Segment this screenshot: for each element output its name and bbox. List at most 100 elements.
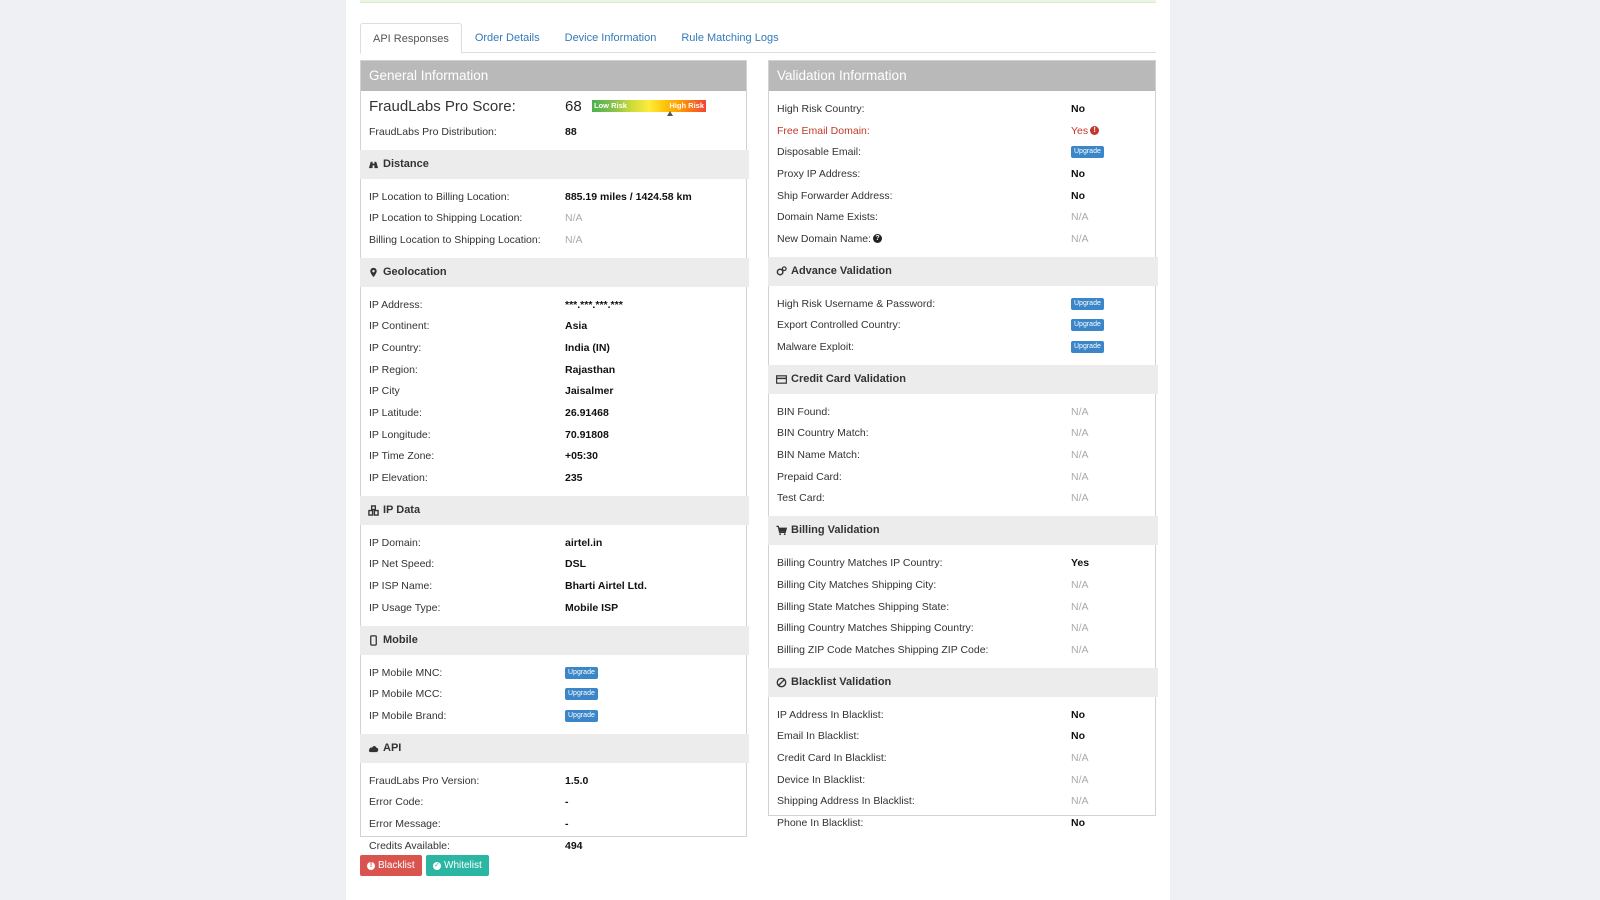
upgrade-badge[interactable]: Upgrade xyxy=(565,688,598,701)
section-title: Credit Card Validation xyxy=(791,372,906,385)
info-row: IP Time Zone: +05:30 xyxy=(361,446,746,468)
row-label: Prepaid Card: xyxy=(777,470,842,483)
row-label: IP Mobile Brand: xyxy=(369,709,447,722)
row-value: 1.5.0 xyxy=(565,774,589,787)
section-api: API xyxy=(360,733,749,763)
info-row: Credits Available: 494 xyxy=(361,835,746,857)
blacklist-button-label: Blacklist xyxy=(378,860,415,871)
row-value: ***.***.***.*** xyxy=(565,298,623,311)
row-value: No xyxy=(1071,817,1085,830)
info-row: Shipping Address In Blacklist: N/A xyxy=(769,791,1155,813)
section-advance-validation: Advance Validation xyxy=(768,256,1158,286)
upgrade-badge[interactable]: Upgrade xyxy=(1071,341,1104,354)
section-title: API xyxy=(383,741,402,754)
map-marker-icon xyxy=(370,267,377,277)
exclamation-icon: ! xyxy=(367,861,375,870)
info-row: BIN Country Match: N/A xyxy=(769,423,1155,445)
credit-card-icon xyxy=(776,375,787,384)
row-label: High Risk Username & Password: xyxy=(777,297,936,310)
check-icon: ✓ xyxy=(433,861,441,870)
info-row: FraudLabs Pro Version: 1.5.0 xyxy=(361,770,746,792)
section-title: Blacklist Validation xyxy=(791,675,892,688)
row-label: BIN Name Match: xyxy=(777,449,860,462)
row-value: +05:30 xyxy=(565,450,598,463)
row-label: Export Controlled Country: xyxy=(777,319,901,332)
row-label: Credits Available: xyxy=(369,839,450,852)
risk-meter: Low Risk High Risk xyxy=(592,100,706,116)
upgrade-badge[interactable]: Upgrade xyxy=(565,666,598,679)
info-row: BIN Found: N/A xyxy=(769,401,1155,423)
info-row: IP Usage Type: Mobile ISP xyxy=(361,597,746,619)
upgrade-badge[interactable]: Upgrade xyxy=(1071,297,1104,310)
section-credit-card-validation: Credit Card Validation xyxy=(768,364,1158,394)
tab-bar: API Responses Order Details Device Infor… xyxy=(360,23,1156,54)
row-label: IP ISP Name: xyxy=(369,580,433,593)
upgrade-badge[interactable]: Upgrade xyxy=(1071,319,1104,332)
row-label: IP Net Speed: xyxy=(369,558,435,571)
row-value: No xyxy=(1071,102,1085,115)
binoculars-icon xyxy=(368,161,379,168)
info-row: Billing State Matches Shipping State: N/A xyxy=(769,596,1155,618)
row-label: New Domain Name: xyxy=(777,232,871,245)
upgrade-badge[interactable]: Upgrade xyxy=(565,709,598,722)
info-row: Proxy IP Address: No xyxy=(769,163,1155,185)
row-label: BIN Country Match: xyxy=(777,427,869,440)
info-row: IP Location to Shipping Location: N/A xyxy=(361,207,746,229)
score-value: 68 xyxy=(565,97,582,115)
tab-rule-matching-logs[interactable]: Rule Matching Logs xyxy=(669,23,790,53)
tab-device-information[interactable]: Device Information xyxy=(553,23,669,53)
cubes-icon xyxy=(368,505,379,516)
info-row: IP Location to Billing Location: 885.19 m… xyxy=(361,186,746,208)
row-label: Billing Location to Shipping Location: xyxy=(369,233,541,246)
main-container: API Responses Order Details Device Infor… xyxy=(346,0,1170,900)
section-title: Advance Validation xyxy=(791,264,892,277)
row-value: No xyxy=(1071,189,1085,202)
section-title: Mobile xyxy=(383,633,418,646)
row-value: N/A xyxy=(1071,470,1089,483)
row-label: IP Mobile MCC: xyxy=(369,688,443,701)
shopping-cart-icon xyxy=(776,526,787,536)
row-label: Email In Blacklist: xyxy=(777,730,860,743)
info-row: High Risk Username & Password: Upgrade xyxy=(769,293,1155,315)
info-row: High Risk Country: No xyxy=(769,98,1155,120)
row-value: - xyxy=(565,817,569,830)
info-row: Billing Country Matches IP Country: Yes xyxy=(769,552,1155,574)
row-label: Malware Exploit: xyxy=(777,341,855,354)
blacklist-button[interactable]: ! Blacklist xyxy=(360,855,422,876)
info-row: IP Net Speed: DSL xyxy=(361,554,746,576)
row-label: Test Card: xyxy=(777,492,825,505)
tab-api-responses[interactable]: API Responses xyxy=(360,23,462,54)
row-label: IP Address In Blacklist: xyxy=(777,708,884,721)
row-label: IP Address: xyxy=(369,298,423,311)
cloud-icon xyxy=(368,745,379,752)
row-value: Jaisalmer xyxy=(565,385,614,398)
row-label: IP Country: xyxy=(369,341,422,354)
upgrade-badge[interactable]: Upgrade xyxy=(1071,146,1104,159)
row-label: Ship Forwarder Address: xyxy=(777,189,893,202)
info-row: Free Email Domain: Yes! xyxy=(769,120,1155,142)
row-label: Free Email Domain: xyxy=(777,124,870,137)
section-title: IP Data xyxy=(383,503,421,516)
row-value: No xyxy=(1071,708,1085,721)
row-label: Error Code: xyxy=(369,796,424,809)
row-value: Bharti Airtel Ltd. xyxy=(565,580,647,593)
row-label: IP Mobile MNC: xyxy=(369,666,443,679)
info-row: IP Longitude: 70.91808 xyxy=(361,424,746,446)
info-row: IP Address: ***.***.***.*** xyxy=(361,294,746,316)
tab-order-details[interactable]: Order Details xyxy=(463,23,552,53)
exclamation-circle-icon: ! xyxy=(1090,126,1100,136)
row-value: Rajasthan xyxy=(565,363,616,376)
question-circle-icon[interactable]: ? xyxy=(872,234,882,244)
row-label: IP Time Zone: xyxy=(369,450,435,463)
section-title: Geolocation xyxy=(383,265,447,278)
info-row: Error Message: - xyxy=(361,813,746,835)
row-label: Billing Country Matches IP Country: xyxy=(777,557,943,570)
label-wrap: New Domain Name:? xyxy=(777,233,1071,245)
general-information-panel: General Information FraudLabs Pro Score:… xyxy=(360,60,749,852)
row-label: IP Usage Type: xyxy=(369,601,441,614)
score-row: FraudLabs Pro Score: 68 Low Risk High Ri… xyxy=(361,91,746,121)
whitelist-button[interactable]: ✓ Whitelist xyxy=(426,855,489,876)
info-row: Test Card: N/A xyxy=(769,488,1155,510)
meter-high-label: High Risk xyxy=(669,101,704,110)
row-label: IP Domain: xyxy=(369,536,421,549)
